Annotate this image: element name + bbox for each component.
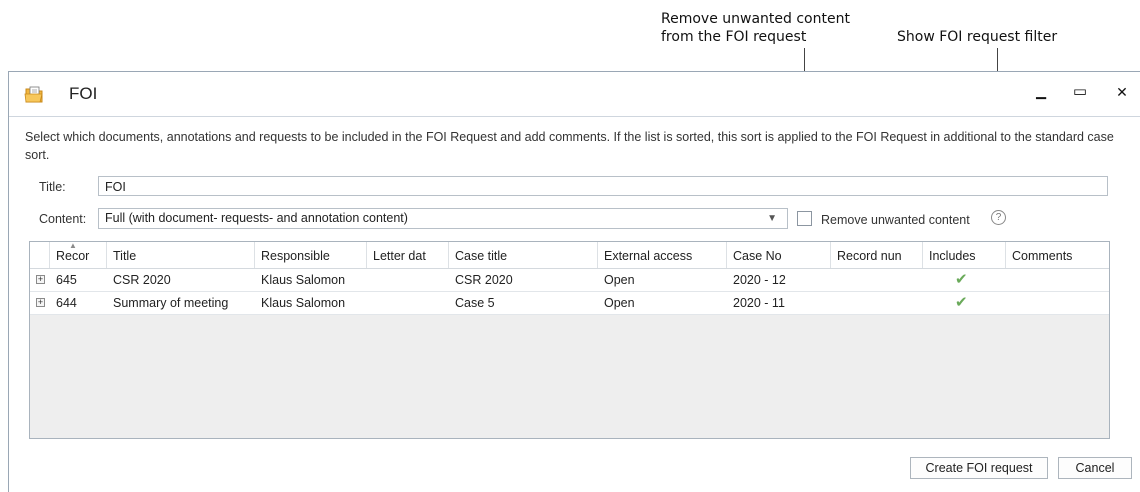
cell-case-no: 2020 - 11 — [733, 296, 785, 310]
title-separator — [9, 116, 1140, 117]
title-input[interactable]: FOI — [98, 176, 1108, 196]
content-select-value: Full (with document- requests- and annot… — [105, 211, 408, 225]
includes-check-icon[interactable]: ✔ — [923, 269, 1006, 291]
column-header-external-access[interactable]: External access — [598, 242, 727, 268]
document-folder-icon — [24, 86, 43, 103]
callout-show-filter: Show FOI request filter — [897, 29, 1058, 45]
cell-external-access: Open — [604, 273, 635, 287]
expand-row-icon[interactable]: + — [36, 275, 45, 284]
content-label: Content: — [39, 212, 87, 226]
cell-comments[interactable] — [1006, 292, 1110, 314]
expand-row-icon[interactable]: + — [36, 298, 45, 307]
create-foi-request-button[interactable]: Create FOI request — [910, 457, 1048, 479]
remove-unwanted-label: Remove unwanted content — [821, 213, 970, 227]
cell-record-number — [831, 269, 923, 291]
column-header-case-title[interactable]: Case title — [449, 242, 598, 268]
foi-dialog: FOI ▁ ▭ ✕ Select which documents, annota… — [8, 71, 1140, 492]
cell-title: Summary of meeting — [113, 296, 229, 310]
cell-case-no: 2020 - 12 — [733, 273, 786, 287]
cell-letter-date — [367, 292, 449, 314]
window-title: FOI — [69, 84, 98, 103]
cell-external-access: Open — [604, 296, 635, 310]
cell-responsible: Klaus Salomon — [261, 296, 346, 310]
table-row[interactable]: + 645 CSR 2020 Klaus Salomon CSR 2020 Op… — [30, 269, 1109, 292]
column-header-includes[interactable]: Includes — [923, 242, 1006, 268]
minimize-button[interactable]: ▁ — [1031, 82, 1051, 102]
column-header-case-no[interactable]: Case No — [727, 242, 831, 268]
cell-letter-date — [367, 269, 449, 291]
content-select[interactable]: Full (with document- requests- and annot… — [98, 208, 788, 229]
cell-comments[interactable] — [1006, 269, 1110, 291]
foi-documents-grid: ▲ Recor Title Responsible Letter dat Cas… — [29, 241, 1110, 439]
table-row[interactable]: + 644 Summary of meeting Klaus Salomon C… — [30, 292, 1109, 315]
sort-ascending-icon: ▲ — [69, 242, 77, 250]
chevron-down-icon[interactable]: ▼ — [767, 209, 777, 228]
column-header-responsible[interactable]: Responsible — [255, 242, 367, 268]
cell-case-title: CSR 2020 — [455, 273, 513, 287]
column-header-record-number[interactable]: Record nun — [831, 242, 923, 268]
cell-case-title: Case 5 — [455, 296, 495, 310]
cell-record-number — [831, 292, 923, 314]
cell-record: 645 — [56, 273, 77, 287]
title-bar: FOI ▁ ▭ ✕ — [9, 72, 1140, 116]
help-icon[interactable]: ? — [991, 210, 1006, 225]
title-label: Title: — [39, 180, 66, 194]
remove-unwanted-checkbox[interactable] — [797, 211, 812, 226]
cancel-button[interactable]: Cancel — [1058, 457, 1132, 479]
grid-header: ▲ Recor Title Responsible Letter dat Cas… — [30, 242, 1109, 269]
dialog-description: Select which documents, annotations and … — [25, 130, 1114, 162]
callout-remove-unwanted-line2: from the FOI request — [661, 29, 807, 45]
column-header-comments[interactable]: Comments — [1006, 242, 1110, 268]
column-header-record[interactable]: ▲ Recor — [50, 242, 107, 268]
column-header-title[interactable]: Title — [107, 242, 255, 268]
includes-check-icon[interactable]: ✔ — [923, 292, 1006, 314]
column-header-letter-date[interactable]: Letter dat — [367, 242, 449, 268]
close-button[interactable]: ✕ — [1112, 82, 1132, 102]
callout-remove-unwanted: Remove unwanted content from the FOI req… — [661, 10, 850, 46]
callout-remove-unwanted-line1: Remove unwanted content — [661, 11, 850, 27]
maximize-button[interactable]: ▭ — [1070, 82, 1090, 102]
expand-column-header — [30, 242, 50, 268]
cell-record: 644 — [56, 296, 77, 310]
cell-responsible: Klaus Salomon — [261, 273, 346, 287]
cell-title: CSR 2020 — [113, 273, 171, 287]
